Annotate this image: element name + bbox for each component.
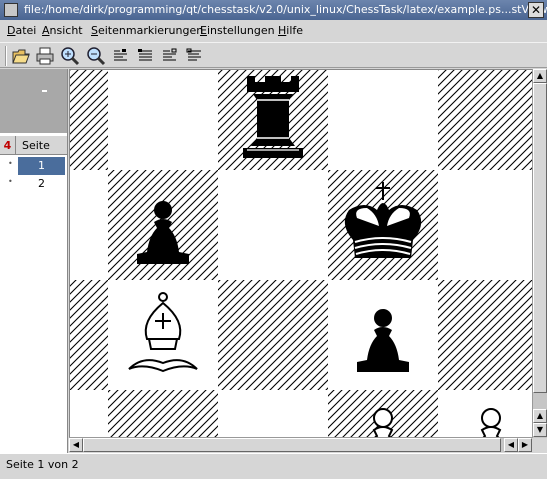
title-bar: file:/home/dirk/programming/qt/chesstask… — [0, 0, 547, 20]
menu-hilfe[interactable]: Hilfe — [278, 24, 303, 37]
board-square — [438, 280, 533, 390]
board-square — [438, 70, 533, 170]
board-square — [70, 280, 108, 390]
page-thumbnail[interactable] — [0, 69, 67, 133]
print-icon[interactable] — [35, 46, 55, 66]
white-pawn-piece — [464, 408, 518, 437]
scroll-left-button-right[interactable]: ◀ — [504, 438, 518, 452]
scroll-left-button[interactable]: ◀ — [69, 438, 83, 452]
document-view[interactable] — [69, 69, 533, 437]
scroll-up-button-lower[interactable]: ▲ — [533, 409, 547, 423]
white-bishop-piece — [128, 292, 198, 373]
menu-ansicht[interactable]: Ansicht — [42, 24, 83, 37]
menu-datei[interactable]: Datei — [7, 24, 36, 37]
status-text: Seite 1 von 2 — [6, 458, 79, 471]
page-list-item[interactable]: • 2 — [0, 175, 67, 193]
window-title: file:/home/dirk/programming/qt/chesstask… — [24, 3, 547, 16]
toolbar — [0, 42, 547, 68]
page-number: 2 — [38, 177, 45, 190]
board-square — [218, 280, 328, 390]
page-bullet: • — [8, 177, 13, 186]
black-pawn-piece — [357, 309, 409, 372]
vertical-scroll-thumb[interactable] — [533, 83, 547, 393]
menu-einstellungen[interactable]: Einstellungen — [200, 24, 275, 37]
menu-bar: Datei Ansicht Seitenmarkierungen Einstel… — [0, 21, 547, 41]
vertical-scrollbar[interactable]: ▲ ▲ ▼ — [532, 69, 547, 438]
toolbar-handle[interactable] — [5, 46, 7, 66]
page-list-item[interactable]: • 1 — [0, 157, 67, 175]
scroll-up-button[interactable]: ▲ — [533, 69, 547, 83]
chess-board — [70, 70, 533, 437]
app-icon[interactable] — [4, 3, 18, 17]
close-button[interactable]: ✕ — [528, 2, 544, 18]
mark-page-icon[interactable] — [111, 46, 131, 66]
zoom-in-icon[interactable] — [60, 46, 80, 66]
zoom-out-icon[interactable] — [86, 46, 106, 66]
mark-all-icon[interactable] — [136, 46, 156, 66]
marked-column-header[interactable]: 4 — [0, 136, 16, 155]
scroll-down-button[interactable]: ▼ — [533, 423, 547, 437]
thumbnail-mark — [42, 90, 47, 92]
open-icon[interactable] — [11, 46, 31, 66]
page-number: 1 — [18, 157, 65, 175]
page-bullet: • — [8, 159, 13, 168]
page-sidebar: 4 Seite • 1 • 2 — [0, 69, 68, 453]
status-bar: Seite 1 von 2 — [0, 453, 547, 479]
horizontal-scrollbar[interactable]: ◀ ◀ ▶ — [69, 437, 532, 452]
unmark-all-icon[interactable] — [185, 46, 205, 66]
unmark-page-icon[interactable] — [160, 46, 180, 66]
menu-seitenmarkierungen[interactable]: Seitenmarkierungen — [91, 24, 203, 37]
scroll-right-button[interactable]: ▶ — [518, 438, 532, 452]
board-square — [70, 70, 108, 170]
board-square — [108, 390, 218, 437]
horizontal-scroll-thumb[interactable] — [83, 438, 501, 452]
page-column-header[interactable]: Seite — [22, 139, 50, 152]
scroll-corner — [532, 438, 547, 453]
page-list-header: 4 Seite — [0, 135, 67, 155]
